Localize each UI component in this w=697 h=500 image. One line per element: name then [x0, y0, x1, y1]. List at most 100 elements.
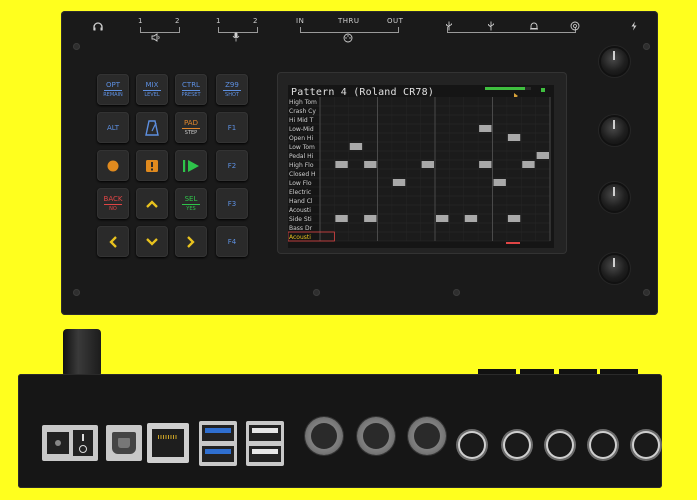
key-right[interactable]: [175, 226, 207, 257]
step-note[interactable]: [479, 125, 492, 132]
audio-jack-5: [634, 433, 658, 457]
track-label: High Tom: [289, 99, 317, 106]
bell-icon: [529, 16, 539, 30]
audio-jack-2: [505, 433, 529, 457]
screw: [453, 289, 460, 296]
usb-bracket: [447, 27, 576, 33]
power-switch[interactable]: [73, 430, 93, 456]
status-dot: [541, 88, 545, 92]
step-note[interactable]: [507, 134, 521, 141]
step-note[interactable]: [392, 179, 406, 186]
switch-off-mark-icon: [79, 445, 87, 453]
ethernet-icon: [570, 16, 580, 31]
key-divider: [182, 204, 200, 205]
key-label: PAD: [184, 119, 198, 127]
key-divider: [182, 128, 200, 129]
key-sel[interactable]: SEL YES: [175, 188, 207, 219]
key-divider: [104, 204, 122, 205]
step-note[interactable]: [436, 215, 449, 222]
headphone-icon: [93, 16, 103, 31]
track-label: High Flo: [289, 162, 314, 169]
key-zoom[interactable]: Z99 SHOT: [216, 74, 248, 105]
screw: [73, 289, 80, 296]
progress-indicator: [485, 87, 525, 90]
key-divider: [104, 90, 122, 91]
din-socket: [414, 423, 440, 449]
key-pad[interactable]: PAD STEP: [175, 112, 207, 143]
usb-a-slot: [249, 425, 281, 441]
chevron-left-icon: [108, 235, 118, 249]
step-note[interactable]: [364, 215, 377, 222]
key-opt[interactable]: OPT REMAIN: [97, 74, 129, 105]
step-note[interactable]: [479, 161, 492, 168]
dc-jack: [47, 432, 69, 454]
audio-jack-3: [548, 433, 572, 457]
key-play[interactable]: [175, 150, 207, 181]
step-note[interactable]: [507, 215, 521, 222]
screw: [643, 43, 650, 50]
track-label: Hi Mid T: [289, 117, 314, 124]
playhead-marker: [506, 242, 520, 244]
track-label: Acousti: [289, 207, 311, 214]
usb-a-port-stack-2: [246, 421, 284, 466]
step-note[interactable]: [364, 161, 377, 168]
encoder-knob-3[interactable]: [601, 184, 628, 211]
step-note[interactable]: [493, 179, 506, 186]
usb-a-slot: [202, 425, 234, 441]
track-label: Low-Mid: [289, 126, 314, 133]
step-note[interactable]: [421, 161, 434, 168]
key-back[interactable]: BACK NO: [97, 188, 129, 219]
screw: [73, 43, 80, 50]
key-f1[interactable]: F1: [216, 112, 248, 143]
key-f3[interactable]: F3: [216, 188, 248, 219]
encoder-knob-2[interactable]: [601, 117, 628, 144]
key-label: OPT: [105, 81, 120, 89]
key-sublabel: STEP: [184, 130, 198, 136]
usb-a-tongue-icon: [205, 428, 231, 433]
midi-din-port-thru: [357, 417, 395, 455]
key-sublabel: NO: [109, 206, 117, 212]
encoder-knob-1[interactable]: [601, 48, 628, 75]
display-bezel: Pattern 4 (Roland CR78) High Tom Crash Cy…: [278, 73, 566, 253]
step-note[interactable]: [349, 143, 363, 150]
midi-din-port-out: [408, 417, 446, 455]
usb-icon: [487, 16, 495, 31]
key-sublabel: REMAIN: [103, 92, 123, 98]
key-ctrl[interactable]: CTRL PRESET: [175, 74, 207, 105]
track-label: Acousti: [289, 234, 311, 241]
step-note[interactable]: [464, 215, 478, 222]
key-divider: [143, 90, 161, 91]
volume-knob[interactable]: [63, 329, 101, 375]
key-f2[interactable]: F2: [216, 150, 248, 181]
key-record[interactable]: [97, 150, 129, 181]
step-note[interactable]: [522, 161, 535, 168]
track-label: Side Sti: [289, 216, 312, 223]
dc-pin-icon: [55, 440, 61, 446]
chevron-right-icon: [186, 235, 196, 249]
progress-track: [525, 87, 531, 90]
usb-a-tongue-icon: [252, 449, 278, 454]
key-stop[interactable]: [136, 150, 168, 181]
key-sublabel: PRESET: [181, 92, 201, 98]
key-down[interactable]: [136, 226, 168, 257]
key-metronome[interactable]: [136, 112, 168, 143]
usb-a-slot: [202, 446, 234, 462]
mic-ch1-label: 1: [216, 17, 221, 25]
key-alt[interactable]: ALT: [97, 112, 129, 143]
step-note[interactable]: [536, 152, 549, 159]
encoder-knob-4[interactable]: [601, 255, 628, 282]
step-note[interactable]: [335, 161, 348, 168]
midi-icon: [343, 28, 353, 43]
screw: [643, 289, 650, 296]
key-mix[interactable]: MIX LEVEL: [136, 74, 168, 105]
din-socket: [311, 423, 337, 449]
step-note[interactable]: [335, 215, 348, 222]
headphone-ch1-label: 1: [138, 17, 143, 25]
key-f4[interactable]: F4: [216, 226, 248, 257]
key-label: ALT: [106, 123, 119, 132]
usb-b-port: [106, 425, 142, 461]
key-left[interactable]: [97, 226, 129, 257]
usb-a-port-stack-1: [199, 421, 237, 466]
key-up[interactable]: [136, 188, 168, 219]
display-screen: Pattern 4 (Roland CR78) High Tom Crash Cy…: [288, 85, 554, 248]
